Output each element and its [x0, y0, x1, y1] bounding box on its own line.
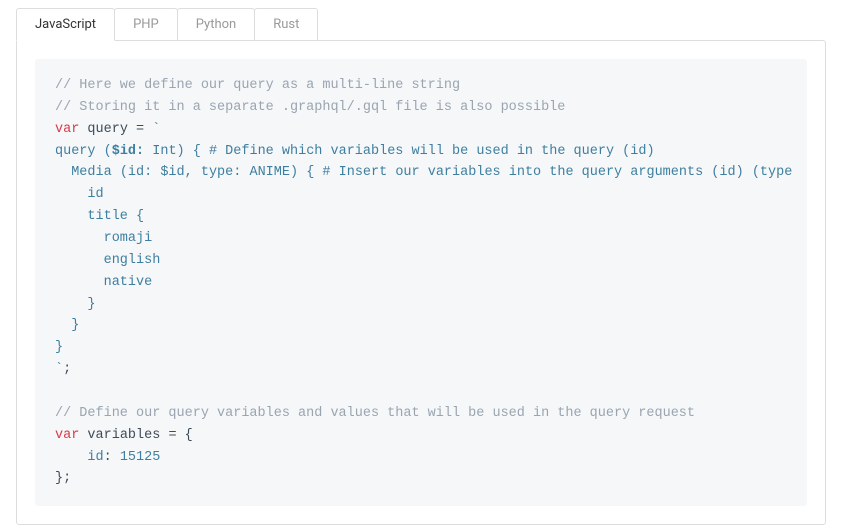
code-keyword: var	[55, 428, 79, 443]
code-string: english	[55, 253, 160, 268]
code-string	[298, 165, 306, 180]
tab-rust[interactable]: Rust	[254, 8, 318, 40]
code-ident: query	[79, 122, 136, 137]
code-string: query	[55, 144, 104, 159]
code-block[interactable]: // Here we define our query as a multi-l…	[35, 59, 807, 506]
code-punct: :	[104, 450, 112, 465]
tab-python[interactable]: Python	[177, 8, 255, 40]
code-string: id	[630, 144, 646, 159]
tab-php[interactable]: PHP	[114, 8, 178, 40]
code-string: `	[55, 362, 63, 377]
code-punct: }	[71, 318, 79, 333]
code-punct: )	[177, 144, 185, 159]
code-punct: =	[168, 428, 176, 443]
code-punct: ,	[185, 165, 193, 180]
code-string	[185, 144, 193, 159]
code-comment: // Define our query variables and values…	[55, 406, 695, 421]
code-string: type	[760, 165, 792, 180]
code-string: native	[55, 275, 152, 290]
code-const: ANIME	[241, 165, 290, 180]
code-punct: )	[290, 165, 298, 180]
code-var: $id	[152, 165, 184, 180]
code-punct: =	[136, 122, 144, 137]
tab-bar: JavaScript PHP Python Rust	[0, 0, 842, 40]
code-punct: (	[752, 165, 760, 180]
code-punct: ;	[63, 471, 71, 486]
code-string: id	[55, 187, 104, 202]
code-attr: type	[193, 165, 234, 180]
code-punct: }	[55, 340, 63, 355]
code-var: $id	[112, 144, 136, 159]
code-string: `	[144, 122, 160, 137]
code-string: # Insert our variables into the query ar…	[314, 165, 711, 180]
code-string	[112, 450, 120, 465]
code-punct: }	[87, 297, 95, 312]
code-attr: id	[128, 165, 144, 180]
code-punct: )	[736, 165, 744, 180]
code-punct: {	[136, 209, 144, 224]
code-string: # Define which variables will be used in…	[201, 144, 622, 159]
code-punct: {	[193, 144, 201, 159]
code-keyword: var	[55, 122, 79, 137]
tab-javascript[interactable]: JavaScript	[16, 8, 115, 41]
code-punct: :	[136, 144, 144, 159]
code-punct: (	[104, 144, 112, 159]
code-punct: }	[55, 471, 63, 486]
code-attr: id	[55, 450, 104, 465]
code-comment: // Here we define our query as a multi-l…	[55, 78, 460, 93]
code-string: title	[55, 209, 136, 224]
code-comment: // Storing it in a separate .graphql/.gq…	[55, 100, 565, 115]
code-punct: ;	[63, 362, 71, 377]
code-pre: // Here we define our query as a multi-l…	[55, 75, 787, 490]
code-punct: )	[646, 144, 654, 159]
content-pane: // Here we define our query as a multi-l…	[16, 40, 826, 525]
code-type: Int	[144, 144, 176, 159]
code-punct: {	[177, 428, 193, 443]
code-string: romaji	[55, 231, 152, 246]
code-string: Media	[55, 165, 120, 180]
code-string	[55, 318, 71, 333]
code-punct: (	[120, 165, 128, 180]
code-ident: variables	[79, 428, 168, 443]
code-string	[55, 297, 87, 312]
code-string: id	[719, 165, 735, 180]
code-string	[744, 165, 752, 180]
code-number: 15125	[120, 450, 161, 465]
